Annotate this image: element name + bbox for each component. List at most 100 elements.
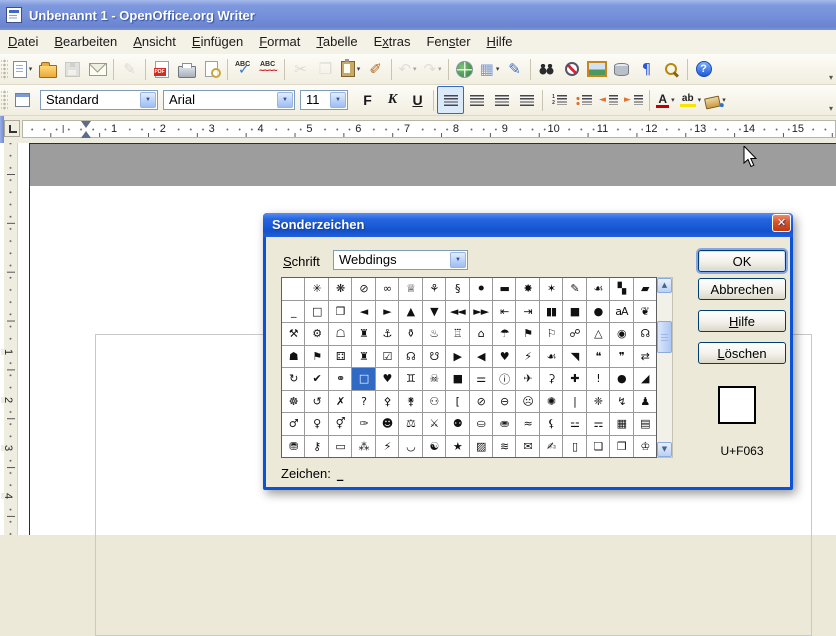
auto-spellcheck-button[interactable] <box>256 56 281 82</box>
char-cell[interactable]: ⛂ <box>493 413 515 435</box>
char-cell[interactable]: ❦ <box>634 301 656 323</box>
char-cell[interactable]: ◀ <box>470 346 492 368</box>
char-cell[interactable]: ⚔ <box>423 413 445 435</box>
menu-fenster[interactable]: Fenster <box>418 31 478 53</box>
char-cell[interactable]: ☯ <box>423 436 445 458</box>
char-cell[interactable]: ♨ <box>423 323 445 345</box>
char-cell[interactable]: ❐ <box>329 301 351 323</box>
char-cell[interactable]: ✚ <box>563 368 585 390</box>
menu-ansicht[interactable]: Ansicht <box>125 31 184 53</box>
char-cell[interactable]: ▮▮ <box>540 301 562 323</box>
formatting-marks-button[interactable]: ¶ <box>634 56 659 82</box>
char-cell[interactable]: ❝ <box>587 346 609 368</box>
char-cell[interactable]: ▤ <box>634 413 656 435</box>
char-cell[interactable]: ◢ <box>634 368 656 390</box>
char-cell[interactable]: ⚍ <box>563 413 585 435</box>
chevron-down-icon[interactable]: ▼ <box>277 92 293 108</box>
gallery-button[interactable] <box>584 56 609 82</box>
char-cell[interactable]: ● <box>610 368 632 390</box>
char-cell[interactable]: ♜ <box>352 323 374 345</box>
char-cell[interactable]: ⚉ <box>446 413 468 435</box>
char-cell[interactable]: ⚐ <box>540 323 562 345</box>
char-cell[interactable]: ∞ <box>376 278 398 300</box>
export-pdf-button[interactable] <box>149 56 174 82</box>
char-cell[interactable]: ♜ <box>352 346 374 368</box>
char-cell[interactable]: ▼ <box>423 301 445 323</box>
navigator-button[interactable] <box>559 56 584 82</box>
dialog-title-bar[interactable]: Sonderzeichen <box>263 213 793 237</box>
toolbar-grip[interactable] <box>1 58 8 80</box>
char-cell[interactable]: ● <box>587 301 609 323</box>
char-cell[interactable]: ▶ <box>446 346 468 368</box>
decrease-indent-button[interactable] <box>596 87 621 113</box>
char-cell[interactable]: ☖ <box>329 323 351 345</box>
dropdown-arrow-icon[interactable]: ▾ <box>413 65 417 73</box>
background-color-button[interactable]: ▾ <box>703 87 728 113</box>
char-cell[interactable]: ◄◄ <box>446 301 468 323</box>
font-size-combo[interactable]: 11 ▼ <box>300 90 348 110</box>
char-cell[interactable]: ⇤ <box>493 301 515 323</box>
char-cell[interactable]: ⚭ <box>329 368 351 390</box>
char-cell[interactable]: ⊘ <box>352 278 374 300</box>
underline-button[interactable]: U <box>405 87 430 113</box>
title-bar[interactable]: Unbenannt 1 - OpenOffice.org Writer <box>0 0 836 30</box>
char-cell[interactable]: ⇄ <box>634 346 656 368</box>
align-justify-button[interactable] <box>514 87 539 113</box>
char-cell[interactable]: ▲ <box>399 301 421 323</box>
increase-indent-button[interactable] <box>621 87 646 113</box>
chevron-down-icon[interactable]: ▼ <box>450 252 466 268</box>
char-cell[interactable]: □ <box>305 301 327 323</box>
char-cell[interactable]: ↺ <box>305 391 327 413</box>
char-cell[interactable]: ❒ <box>610 436 632 458</box>
char-cell[interactable]: ▚ <box>610 278 632 300</box>
menu-einfgen[interactable]: Einfügen <box>184 31 251 53</box>
char-cell[interactable]: ☙ <box>540 346 562 368</box>
hyperlink-button[interactable] <box>452 56 477 82</box>
toolbar-options-icon[interactable]: ▾ <box>829 104 833 113</box>
char-cell[interactable]: ? <box>352 391 374 413</box>
char-cell[interactable]: ⚡ <box>376 436 398 458</box>
char-cell[interactable]: ⚎ <box>587 413 609 435</box>
char-cell[interactable]: ⚃ <box>329 346 351 368</box>
scroll-up-icon[interactable]: ▲ <box>657 278 672 293</box>
char-cell[interactable]: ❞ <box>610 346 632 368</box>
char-cell[interactable]: ⚌ <box>470 368 492 390</box>
char-cell[interactable]: ♔ <box>634 436 656 458</box>
char-cell[interactable]: ⚳ <box>540 368 562 390</box>
grid-scrollbar[interactable]: ▲ ▼ <box>657 277 673 458</box>
char-cell[interactable]: ! <box>587 368 609 390</box>
char-cell[interactable]: ≋ <box>493 436 515 458</box>
char-cell[interactable]: ♥ <box>376 368 398 390</box>
char-cell[interactable]: ⚓ <box>376 323 398 345</box>
char-cell[interactable]: ♕ <box>399 278 421 300</box>
char-cell[interactable]: _ <box>282 301 304 323</box>
char-cell[interactable]: ✶ <box>540 278 562 300</box>
scrollbar-thumb[interactable] <box>657 321 672 353</box>
char-cell[interactable]: ≈ <box>516 413 538 435</box>
char-cell[interactable]: ▦ <box>610 413 632 435</box>
char-cell[interactable]: ✎ <box>563 278 585 300</box>
ok-button[interactable]: OK <box>698 250 786 272</box>
align-center-button[interactable] <box>464 87 489 113</box>
chevron-down-icon[interactable]: ▼ <box>140 92 156 108</box>
menu-extras[interactable]: Extras <box>366 31 419 53</box>
char-cell[interactable]: ↻ <box>282 368 304 390</box>
char-cell[interactable]: ⚙ <box>305 323 327 345</box>
paragraph-style-combo[interactable]: Standard ▼ <box>40 90 158 110</box>
char-cell[interactable]: ⚫ <box>470 278 492 300</box>
char-cell[interactable]: ◉ <box>610 323 632 345</box>
char-cell[interactable]: ✔ <box>305 368 327 390</box>
help-button[interactable]: Hilfe <box>698 310 786 332</box>
char-cell[interactable]: ♥ <box>493 346 515 368</box>
char-cell[interactable]: ⇥ <box>516 301 538 323</box>
char-cell[interactable]: ⚇ <box>423 391 445 413</box>
char-cell[interactable]: ▨ <box>470 436 492 458</box>
find-replace-button[interactable] <box>534 56 559 82</box>
bullet-list-button[interactable] <box>571 87 596 113</box>
char-cell[interactable]: ✍ <box>540 436 562 458</box>
data-sources-button[interactable] <box>609 56 634 82</box>
char-cell[interactable]: ⛀ <box>470 413 492 435</box>
char-cell[interactable]: ☸ <box>282 391 304 413</box>
char-cell[interactable]: ◄ <box>352 301 374 323</box>
scroll-down-icon[interactable]: ▼ <box>657 442 672 457</box>
